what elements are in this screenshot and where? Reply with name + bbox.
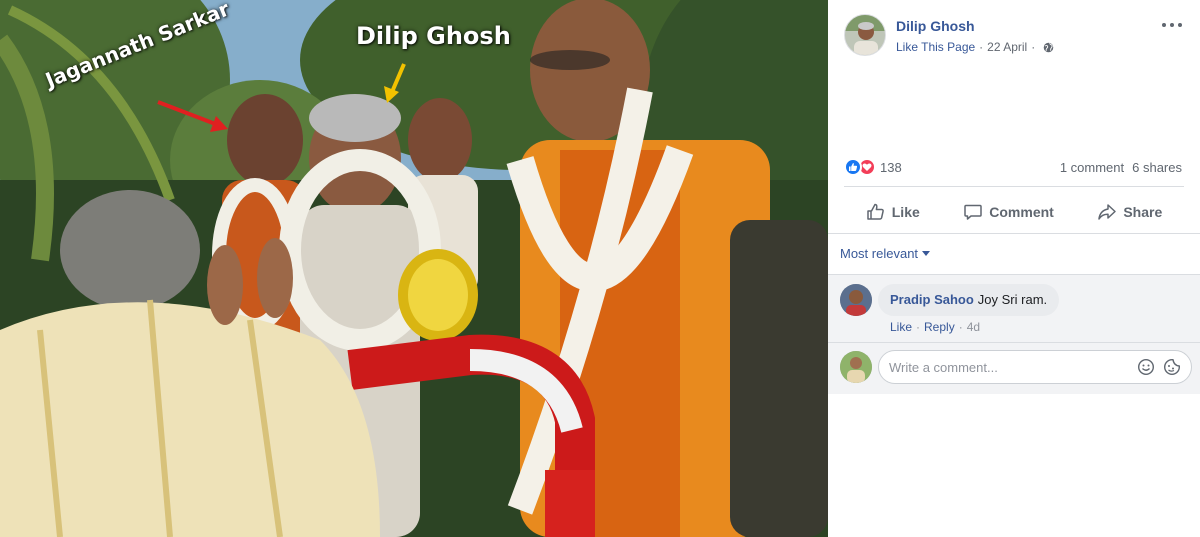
comment-input-wrapper — [878, 350, 1192, 384]
share-label: Share — [1123, 204, 1163, 220]
post-photo[interactable]: Jagannath Sarkar Dilip Ghosh — [0, 0, 828, 537]
comment-input[interactable] — [889, 359, 1137, 375]
comment-bubble: Pradip Sahoo Joy Sri ram. — [878, 284, 1060, 316]
page-avatar-image — [845, 15, 885, 55]
like-label: Like — [891, 204, 920, 220]
viewer-avatar — [840, 351, 872, 383]
comment-reply-link[interactable]: Reply — [924, 320, 955, 334]
engagement-counts: 1 comment 6 shares — [1060, 160, 1182, 175]
separator: · — [958, 320, 963, 334]
caret-down-icon — [922, 251, 931, 256]
composer-icons — [1137, 358, 1181, 376]
comment-like-link[interactable]: Like — [890, 320, 912, 334]
comment-actions: Like · Reply · 4d — [878, 320, 1059, 334]
post-sidebar: Dilip Ghosh Like This Page · 22 April · — [828, 0, 1200, 537]
share-icon — [1098, 204, 1117, 220]
share-count[interactable]: 6 shares — [1132, 160, 1182, 175]
comment-icon — [964, 204, 983, 220]
comment-label: Comment — [989, 204, 1054, 220]
comment-composer — [840, 350, 1192, 384]
comment-sort-dropdown[interactable]: Most relevant — [840, 246, 931, 261]
post-actions: Like Comment Share — [844, 196, 1184, 228]
separator: · — [916, 320, 921, 334]
like-icon[interactable] — [844, 158, 862, 176]
photo-label-dilip: Dilip Ghosh — [356, 22, 511, 50]
like-page-link[interactable]: Like This Page — [896, 38, 975, 56]
page-avatar[interactable] — [844, 14, 886, 56]
comment-time[interactable]: 4d — [967, 320, 980, 334]
sort-label: Most relevant — [840, 246, 919, 261]
comments-section: Pradip Sahoo Joy Sri ram. Like · Reply · … — [828, 274, 1200, 537]
reaction-count[interactable]: 138 — [880, 160, 902, 175]
comment-text: Joy Sri ram. — [977, 292, 1048, 307]
post-header: Dilip Ghosh Like This Page · 22 April · — [844, 14, 1054, 56]
meta-separator: · — [979, 40, 984, 54]
reactions-bar: 138 1 comment 6 shares — [844, 156, 1182, 178]
page-name[interactable]: Dilip Ghosh — [896, 17, 1054, 35]
comment-item: Pradip Sahoo Joy Sri ram. Like · Reply · … — [840, 284, 1060, 334]
thumbs-up-icon — [867, 203, 884, 220]
sticker-icon[interactable] — [1163, 358, 1181, 376]
meta-separator: · — [1031, 40, 1036, 54]
divider — [828, 342, 1200, 343]
like-button[interactable]: Like — [856, 198, 930, 226]
share-button[interactable]: Share — [1087, 198, 1172, 226]
viewer-avatar-image — [840, 351, 872, 383]
globe-icon — [1043, 42, 1054, 52]
divider — [828, 233, 1200, 234]
post-meta: Like This Page · 22 April · — [896, 38, 1054, 56]
comment-count[interactable]: 1 comment — [1060, 160, 1124, 175]
comment-author[interactable]: Pradip Sahoo — [890, 292, 974, 307]
emoji-icon[interactable] — [1137, 358, 1155, 376]
post-date[interactable]: 22 April — [987, 38, 1027, 56]
more-options-icon[interactable] — [1162, 18, 1182, 32]
reaction-icons — [844, 158, 876, 176]
comment-button[interactable]: Comment — [953, 198, 1064, 226]
divider — [844, 186, 1184, 187]
commenter-avatar[interactable] — [840, 284, 872, 316]
blank-area — [828, 394, 1200, 537]
divider — [828, 274, 1200, 275]
commenter-avatar-image — [840, 284, 872, 316]
photo-scene — [0, 0, 828, 537]
